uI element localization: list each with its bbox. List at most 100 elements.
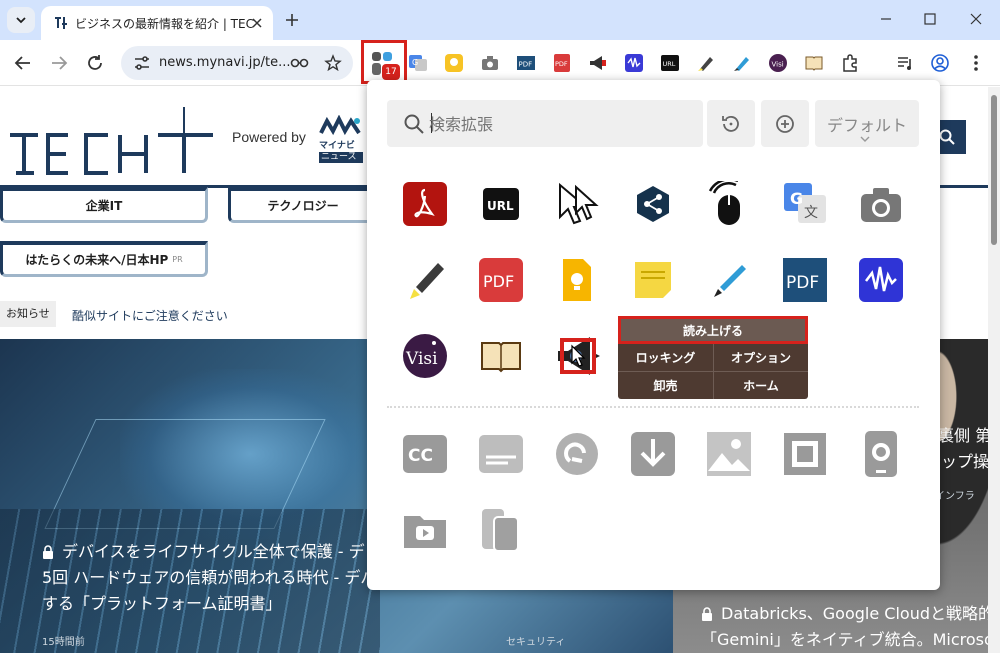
mynavi-bottom-text: ニュース	[319, 152, 363, 163]
back-button[interactable]	[12, 52, 34, 74]
arrow-right-icon	[52, 56, 68, 70]
close-icon	[970, 13, 982, 25]
tech-logo[interactable]	[8, 105, 218, 175]
reload-icon	[88, 55, 102, 70]
image-icon[interactable]	[706, 431, 752, 477]
pdf-blue-icon[interactable]: PDF	[782, 257, 828, 303]
tab-search-button[interactable]	[7, 7, 35, 33]
keep-icon[interactable]	[554, 257, 600, 303]
idea-ext-icon[interactable]	[444, 53, 464, 73]
maximize-button[interactable]	[922, 11, 938, 27]
cc-icon[interactable]: CC	[402, 431, 448, 477]
chevron-down-icon	[16, 17, 26, 24]
marker-ext-icon[interactable]	[732, 53, 752, 73]
site-settings-icon[interactable]	[133, 55, 151, 71]
extension-search-box[interactable]	[387, 100, 703, 147]
scrollbar-thumb[interactable]	[991, 95, 997, 245]
extension-manager-button[interactable]: 17	[361, 40, 407, 84]
new-tab-button[interactable]	[282, 10, 302, 30]
history-button[interactable]	[707, 100, 755, 147]
article-right-title-1: Databricks、Google Cloudと戦略的提	[701, 601, 988, 627]
book-icon[interactable]	[478, 333, 524, 379]
circle-arrow-icon[interactable]	[554, 431, 600, 477]
home-menu-item[interactable]: ホーム	[714, 372, 808, 399]
pdf-icon[interactable]: PDF	[478, 257, 524, 303]
bookmark-star-icon[interactable]	[324, 54, 342, 72]
extension-search-input[interactable]	[429, 112, 689, 136]
key-icon[interactable]	[290, 55, 310, 71]
visi-ext-icon[interactable]: Visi	[768, 53, 788, 73]
article-left-title-3[interactable]: する「プラットフォーム証明書」	[42, 591, 282, 617]
history-icon	[722, 115, 739, 132]
add-group-button[interactable]	[761, 100, 809, 147]
share-hex-icon[interactable]	[630, 181, 676, 227]
forward-button[interactable]	[48, 52, 70, 74]
nav-item-label: はたらくの未来へ/日本HP	[25, 253, 169, 267]
close-window-button[interactable]	[968, 11, 984, 27]
profile-avatar-icon[interactable]	[930, 53, 950, 73]
cursor-icon[interactable]	[554, 181, 600, 227]
acrobat-icon[interactable]	[402, 181, 448, 227]
folder-video-icon[interactable]	[402, 507, 448, 553]
nav-item-enterprise-it[interactable]: 企業IT	[0, 187, 208, 223]
tab-close-icon[interactable]	[249, 15, 265, 31]
marker-icon[interactable]	[706, 257, 752, 303]
menu-kebab-icon[interactable]	[966, 53, 986, 73]
pdf-red-ext-icon[interactable]: PDF	[552, 53, 572, 73]
read-aloud-menu-item[interactable]: 読み上げる	[618, 316, 808, 344]
sticky-note-icon[interactable]	[630, 257, 676, 303]
browser-tab[interactable]: ビジネスの最新情報を紹介 | TECH	[41, 6, 273, 40]
pr-badge: PR	[172, 255, 183, 264]
options-menu-item[interactable]: オプション	[714, 344, 808, 371]
svg-text:PDF: PDF	[786, 273, 819, 293]
nav-item-technology[interactable]: テクノロジー	[228, 187, 378, 223]
url-shortener-icon[interactable]: URL	[478, 181, 524, 227]
extension-context-menu: 読み上げる ロッキング オプション 卸売 ホーム	[618, 316, 808, 399]
url-ext-icon[interactable]: URL	[660, 53, 680, 73]
translate-ext-icon[interactable]: G	[408, 53, 428, 73]
nav-item-label: テクノロジー	[267, 199, 339, 213]
profile-select[interactable]: デフォルト	[815, 100, 919, 147]
locking-menu-item[interactable]: ロッキング	[618, 344, 713, 371]
subtitle-icon[interactable]	[478, 431, 524, 477]
camera-ext-icon[interactable]	[480, 53, 500, 73]
camera-icon[interactable]	[858, 181, 904, 227]
page-scrollbar[interactable]	[988, 87, 1000, 653]
download-icon[interactable]	[630, 431, 676, 477]
visi-icon[interactable]: Visi	[402, 333, 448, 379]
media-control-icon[interactable]	[895, 53, 915, 73]
highlighter-icon[interactable]	[402, 257, 448, 303]
google-translate-icon[interactable]: G文	[782, 181, 828, 227]
highlighter-ext-icon[interactable]	[696, 53, 716, 73]
mynavi-logo[interactable]: マイナビ ニュース	[319, 114, 363, 163]
extensions-puzzle-icon[interactable]	[840, 53, 860, 73]
svg-text:G: G	[412, 58, 418, 67]
soundwave-ext-icon[interactable]	[624, 53, 644, 73]
search-icon	[939, 129, 955, 145]
add-circle-icon	[776, 114, 794, 133]
article-right-title-2: 「Gemini」をネイティブ統合。Microso	[701, 630, 988, 649]
svg-text:PDF: PDF	[555, 60, 568, 68]
address-bar[interactable]: news.mynavi.jp/te...	[121, 46, 353, 80]
uninstall-menu-item[interactable]: 卸売	[618, 372, 713, 399]
minimize-button[interactable]	[878, 11, 894, 27]
svg-text:PDF: PDF	[483, 272, 514, 291]
book-ext-icon[interactable]	[804, 53, 824, 73]
plus-icon	[286, 14, 298, 26]
notice-link[interactable]: 酷似サイトにご注意ください	[72, 307, 228, 324]
article-left-title-2[interactable]: 5回 ハードウェアの信頼が問われる時代 - デバ	[42, 565, 376, 591]
article-left-title-1[interactable]: デバイスをライフサイクル全体で保護 - デ	[42, 539, 365, 565]
tab-title: ビジネスの最新情報を紹介 | TECH	[75, 16, 255, 31]
reload-button[interactable]	[84, 52, 106, 74]
profile-select-label: デフォルト	[826, 115, 907, 135]
nav-item-hp-pr[interactable]: はたらくの未来へ/日本HP PR	[0, 241, 208, 277]
phone-camera-icon[interactable]	[858, 431, 904, 477]
pdf-ext-icon[interactable]: PDF	[516, 53, 536, 73]
article-right-title-b: ップ操	[941, 452, 988, 471]
frame-icon[interactable]	[782, 431, 828, 477]
megaphone-ext-icon[interactable]	[588, 53, 608, 73]
mouse-icon[interactable]	[706, 181, 752, 227]
popup-divider	[387, 406, 919, 408]
soundwave-icon[interactable]	[858, 257, 904, 303]
devices-icon[interactable]	[478, 507, 524, 553]
